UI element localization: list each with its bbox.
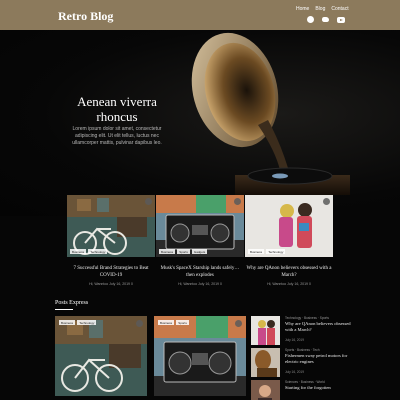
tag[interactable]: Technology (77, 320, 97, 325)
side-post-3[interactable]: Sciences · Business · World Starting for… (251, 380, 359, 400)
tag[interactable]: Business (158, 320, 175, 325)
post-title[interactable]: Fishermen sway petrol motors for electri… (285, 353, 357, 364)
category-icon[interactable] (136, 320, 143, 327)
featured-meta-3: Hi, Wanntoo July 16, 2019 0 (267, 282, 311, 286)
youtube-icon[interactable] (337, 17, 345, 23)
social-links (307, 16, 345, 23)
site-header: Retro Blog Home Blog Contact (0, 0, 400, 30)
featured-meta-1: Hi, Wanntoo July 16, 2019 0 (89, 282, 133, 286)
boombox-image (154, 316, 246, 396)
people-image (245, 195, 333, 257)
post-tags: Business Sports (158, 320, 189, 325)
category-icon[interactable] (145, 198, 152, 205)
post-tags: Business Technology (248, 249, 286, 254)
post-tags: Business Sports Gadgets (159, 249, 208, 254)
tag[interactable]: Sports (176, 320, 189, 325)
main-nav: Home Blog Contact (296, 6, 349, 12)
nav-blog[interactable]: Blog (315, 6, 325, 12)
bicycle-image (67, 195, 155, 257)
tag[interactable]: Technology (266, 249, 286, 254)
featured-title-2[interactable]: Musk's SpaceX Starship lands safely… the… (156, 266, 244, 279)
featured-title-1[interactable]: 7 Successful Brand Strategies to Beat CO… (67, 266, 155, 279)
featured-card-1[interactable]: Business Technology (67, 195, 155, 257)
featured-title-3[interactable]: Why are QAnon believers obsessed with a … (245, 266, 333, 279)
tag[interactable]: Technology (88, 249, 108, 254)
tag[interactable]: Business (59, 320, 76, 325)
section-divider (55, 309, 73, 310)
people-thumbnail (251, 316, 280, 345)
post-tags: Business Technology (70, 249, 108, 254)
tag[interactable]: Gadgets (191, 249, 208, 254)
side-post-1[interactable]: Technology · Business · Sports Why are Q… (251, 316, 359, 346)
express-card-1[interactable]: Business Technology (55, 316, 147, 396)
category-icon[interactable] (234, 198, 241, 205)
express-card-2[interactable]: Business Sports (154, 316, 246, 396)
portrait-thumbnail (251, 380, 280, 400)
boombox-image (156, 195, 244, 257)
nav-home[interactable]: Home (296, 6, 309, 12)
facebook-icon[interactable] (307, 16, 314, 23)
post-categories[interactable]: Sports · Business · Tech (285, 348, 320, 352)
featured-card-3[interactable]: Business Technology (245, 195, 333, 257)
featured-card-2[interactable]: Business Sports Gadgets (156, 195, 244, 257)
site-logo[interactable]: Retro Blog (58, 9, 113, 24)
twitter-icon[interactable] (322, 16, 329, 23)
tag[interactable]: Business (159, 249, 176, 254)
hero-description: Lorem ipsum dolor sit amet, consectetur … (72, 126, 162, 146)
category-icon[interactable] (323, 198, 330, 205)
side-post-2[interactable]: Sports · Business · Tech Fishermen sway … (251, 348, 359, 378)
category-icon[interactable] (235, 320, 242, 327)
section-title: Posts Express (55, 300, 89, 306)
post-title[interactable]: Why are QAnon believers obsessed with a … (285, 321, 357, 332)
hero-section: Aenean viverra rhoncus Lorem ipsum dolor… (0, 30, 400, 216)
post-categories[interactable]: Technology · Business · Sports (285, 316, 329, 320)
tag[interactable]: Business (248, 249, 265, 254)
post-tags: Business Technology (59, 320, 97, 325)
bicycle-image (55, 316, 147, 396)
post-title[interactable]: Starting for the forgotten (285, 385, 357, 391)
post-categories[interactable]: Sciences · Business · World (285, 380, 325, 384)
post-date: July 16, 2019 (285, 338, 304, 342)
nav-contact[interactable]: Contact (331, 6, 348, 12)
hero-title: Aenean viverra rhoncus (77, 94, 157, 124)
post-date: July 16, 2019 (285, 370, 304, 374)
gramophone-image (191, 32, 350, 195)
featured-meta-2: Hi, Wanntoo July 16, 2019 0 (178, 282, 222, 286)
tag[interactable]: Sports (177, 249, 190, 254)
gramophone-thumbnail (251, 348, 280, 377)
tag[interactable]: Business (70, 249, 87, 254)
